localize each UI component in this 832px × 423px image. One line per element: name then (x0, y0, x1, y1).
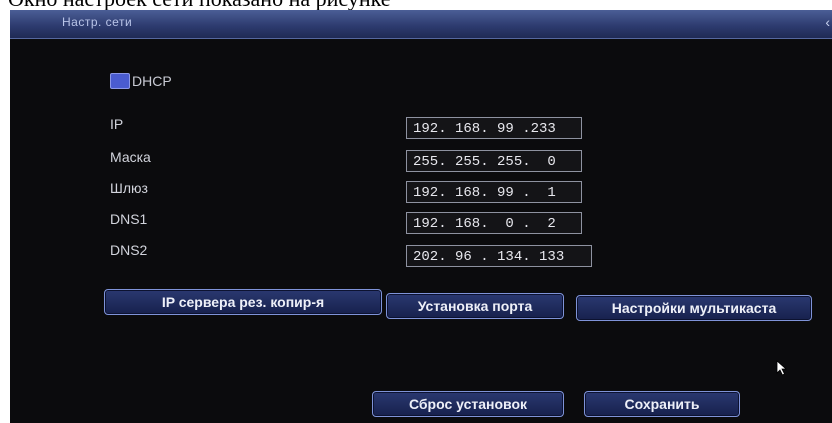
save-button[interactable]: Сохранить (584, 391, 740, 417)
multicast-settings-button[interactable]: Настройки мультикаста (576, 295, 812, 321)
mask-field[interactable]: 255. 255. 255. 0 (406, 150, 582, 172)
ip-field[interactable]: 192. 168. 99 .233 (406, 117, 582, 139)
gateway-label: Шлюз (110, 180, 148, 196)
dhcp-label: DHCP (132, 73, 172, 89)
title-bar: Настр. сети ‹ (10, 10, 832, 39)
dns1-label: DNS1 (110, 211, 148, 227)
window-title: Настр. сети (62, 15, 133, 29)
mask-label: Маска (110, 149, 151, 165)
reset-settings-button[interactable]: Сброс установок (372, 391, 564, 417)
network-settings-window: Настр. сети ‹ DHCP IP 192. 168. 99 .233 … (10, 10, 832, 423)
port-settings-button[interactable]: Установка порта (386, 293, 564, 319)
dhcp-option[interactable]: DHCP (110, 73, 172, 89)
corner-marker-icon: ‹ (825, 14, 830, 30)
mouse-pointer-icon (776, 360, 788, 381)
dns2-field[interactable]: 202. 96 . 134. 133 (406, 245, 592, 267)
ip-label: IP (110, 116, 124, 132)
backup-server-ip-button[interactable]: IP сервера рез. копир-я (104, 289, 382, 315)
dhcp-checkbox[interactable] (110, 73, 130, 89)
dns1-field[interactable]: 192. 168. 0 . 2 (406, 212, 582, 234)
gateway-field[interactable]: 192. 168. 99 . 1 (406, 181, 582, 203)
dns2-label: DNS2 (110, 242, 148, 258)
